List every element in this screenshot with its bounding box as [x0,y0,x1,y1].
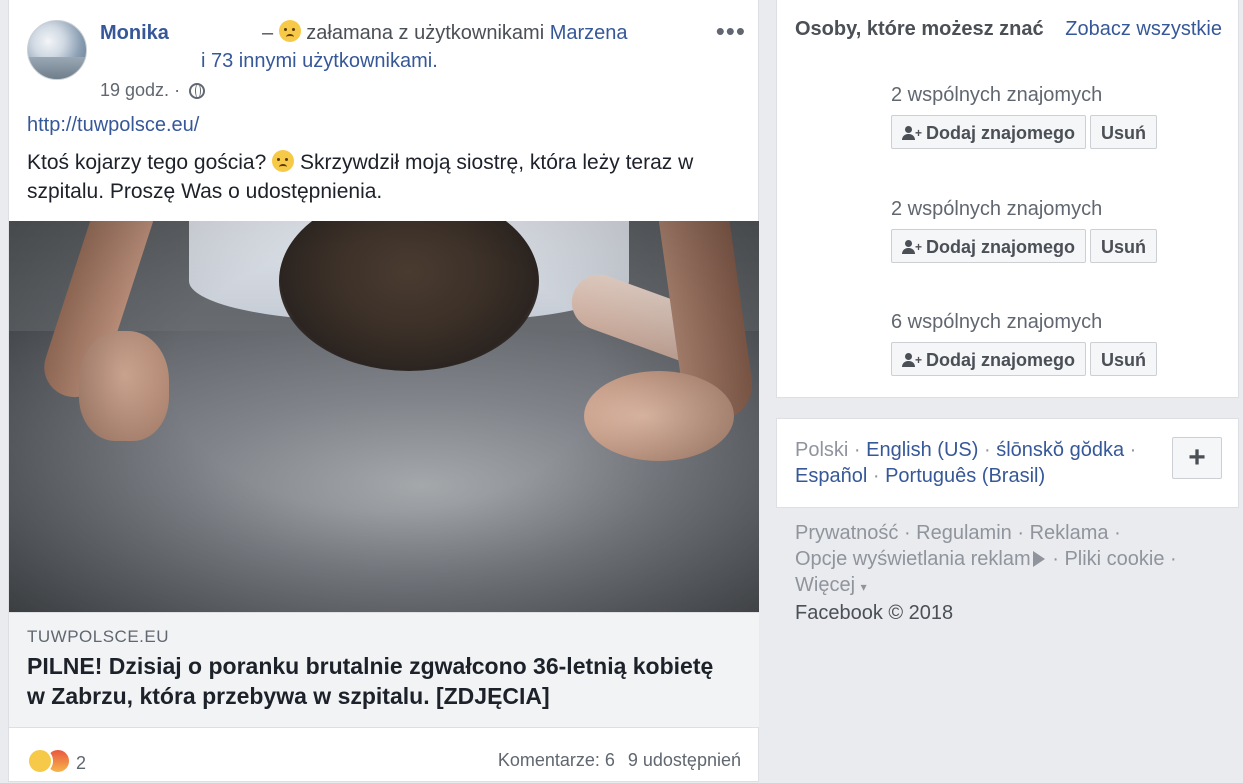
remove-suggestion-button[interactable]: Usuń [1090,342,1158,376]
ad-choices-icon [1032,551,1045,567]
suggestion-item: 6 wspólnych znajomych + Dodaj znajomego Us… [891,311,1221,376]
privacy-link[interactable]: Prywatność [795,522,898,544]
more-link[interactable]: Więcej [795,574,855,596]
engagement-counts: Komentarze: 6 9 udostępnień [490,750,741,771]
feeling-text: załamana z użytkownikami [306,22,545,44]
post-text: Ktoś kojarzy tego gościa? Skrzywdził moj… [27,148,727,206]
link-preview[interactable]: TUWPOLSCE.EU PILNE! Dzisiaj o poranku br… [9,612,759,728]
post-url-link[interactable]: http://tuwpolsce.eu/ [27,114,199,137]
chevron-down-icon[interactable]: ▾ [861,580,867,594]
language-list: Polski · English (US) · ślōnskŏ gŏdka · … [795,439,1137,487]
post-timestamp: 19 godz. · [100,80,206,101]
shares-count-link[interactable]: 9 udostępnień [628,750,741,770]
add-language-button[interactable]: + [1172,437,1222,479]
mutual-friends-count[interactable]: 2 wspólnych znajomych [891,198,1221,221]
language-current: Polski [795,439,849,461]
sad-reaction-icon [27,748,53,774]
link-domain: TUWPOLSCE.EU [27,627,170,646]
globe-icon[interactable] [189,83,206,99]
timestamp-text[interactable]: 19 godz. [100,80,169,100]
mutual-friends-count[interactable]: 6 wspólnych znajomych [891,311,1221,334]
copyright-text: Facebook © 2018 [795,602,954,624]
author-avatar[interactable] [27,20,87,80]
language-link-english[interactable]: English (US) [866,439,978,461]
add-friend-button[interactable]: + Dodaj znajomego [891,229,1087,263]
suggestion-item: 2 wspólnych znajomych + Dodaj znajomego Us… [891,84,1221,149]
people-you-may-know: Osoby, które możesz znać Zobacz wszystki… [776,0,1239,398]
sad-emoji-icon [278,20,301,42]
language-selector: Polski · English (US) · ślōnskŏ gŏdka · … [776,418,1239,508]
ad-choices-link[interactable]: Opcje wyświetlania reklam [795,548,1031,570]
post-footer: 2 Komentarze: 6 9 udostępnień [9,727,759,783]
terms-link[interactable]: Regulamin [916,522,1012,544]
language-link-spanish[interactable]: Español [795,465,867,487]
mutual-friends-count[interactable]: 2 wspólnych znajomych [891,84,1221,107]
author-name[interactable]: Monika [100,22,169,44]
site-footer-links: Prywatność · Regulamin · Reklama · Opcje… [795,522,1177,624]
reaction-count: 2 [76,753,87,773]
add-friend-icon: + [902,126,922,140]
language-link-portuguese[interactable]: Português (Brasil) [885,465,1045,487]
tagged-others-link[interactable]: i 73 innymi użytkownikami. [201,50,438,73]
post-image[interactable] [9,221,759,612]
timestamp-separator: · [174,80,181,100]
sad-emoji-icon [272,150,295,172]
link-title[interactable]: PILNE! Dzisiaj o poranku brutalnie zgwał… [27,651,717,711]
reactions-summary[interactable]: 2 [27,748,86,774]
remove-suggestion-button[interactable]: Usuń [1090,229,1158,263]
see-all-link[interactable]: Zobacz wszystkie [1065,18,1222,41]
feeling-dash: – [262,22,274,44]
add-friend-button[interactable]: + Dodaj znajomego [891,342,1087,376]
language-link-silesian[interactable]: ślōnskŏ gŏdka [996,439,1124,461]
cookies-link[interactable]: Pliki cookie [1064,548,1164,570]
add-friend-icon: + [902,353,922,367]
advertising-link[interactable]: Reklama [1030,522,1109,544]
remove-suggestion-button[interactable]: Usuń [1090,115,1158,149]
comments-count-link[interactable]: Komentarze: 6 [498,750,615,770]
post-header: Monika – załamana z użytkownikami Marzen… [100,20,628,45]
add-friend-icon: + [902,240,922,254]
post-text-part1: Ktoś kojarzy tego gościa? [27,151,267,174]
tagged-user-link[interactable]: Marzena [550,22,628,44]
pymk-title: Osoby, które możesz znać [795,18,1044,40]
more-icon[interactable]: ••• [716,18,746,44]
suggestion-item: 2 wspólnych znajomych + Dodaj znajomego Us… [891,198,1221,263]
add-friend-button[interactable]: + Dodaj znajomego [891,115,1087,149]
feed-post: Monika – załamana z użytkownikami Marzen… [8,0,759,782]
